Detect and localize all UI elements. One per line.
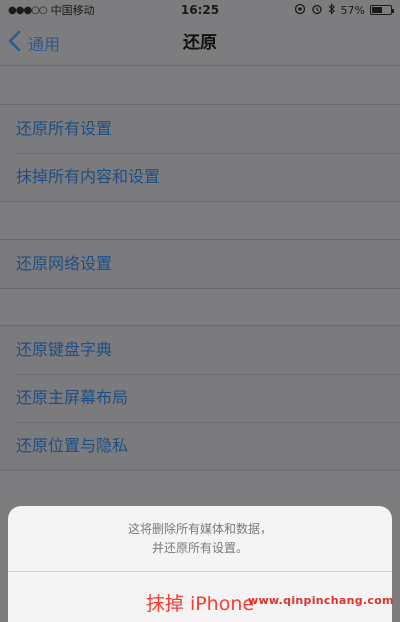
reset-group-2: 还原网络设置 <box>0 239 400 289</box>
action-sheet-message: 这将删除所有媒体和数据， 并还原所有设置。 <box>8 506 392 572</box>
action-sheet-message-line1: 这将删除所有媒体和数据， <box>127 521 272 536</box>
reset-home-screen-layout-cell[interactable]: 还原主屏幕布局 <box>0 374 400 422</box>
reset-group-3: 还原键盘字典 还原主屏幕布局 还原位置与隐私 <box>0 325 400 471</box>
carrier-name: 中国移动 <box>50 4 95 17</box>
reset-location-privacy-cell[interactable]: 还原位置与隐私 <box>0 422 400 470</box>
rotation-lock-icon <box>294 3 306 18</box>
alarm-icon <box>311 3 323 18</box>
erase-all-content-cell[interactable]: 抹掉所有内容和设置 <box>0 153 400 201</box>
signal-strength-icon: ●●●○○ <box>8 4 48 16</box>
navigation-bar: 通用 还原 <box>0 20 400 66</box>
bluetooth-icon <box>328 2 336 18</box>
battery-icon <box>370 5 394 15</box>
reset-group-1: 还原所有设置 抹掉所有内容和设置 <box>0 104 400 202</box>
reset-keyboard-dictionary-cell[interactable]: 还原键盘字典 <box>0 326 400 374</box>
battery-percent: 57% <box>340 3 365 17</box>
page-title: 还原 <box>183 33 217 53</box>
battery-fill <box>372 7 383 13</box>
status-right: 57% <box>294 2 394 18</box>
watermark-text: www.qinpinchang.com <box>248 594 394 607</box>
status-bar: ●●●○○ 中国移动 16:25 57% <box>0 0 400 20</box>
status-left: ●●●○○ 中国移动 <box>8 2 95 18</box>
action-sheet-message-line2: 并还原所有设置。 <box>151 540 248 555</box>
reset-all-settings-cell[interactable]: 还原所有设置 <box>0 105 400 153</box>
reset-network-settings-cell[interactable]: 还原网络设置 <box>0 240 400 288</box>
